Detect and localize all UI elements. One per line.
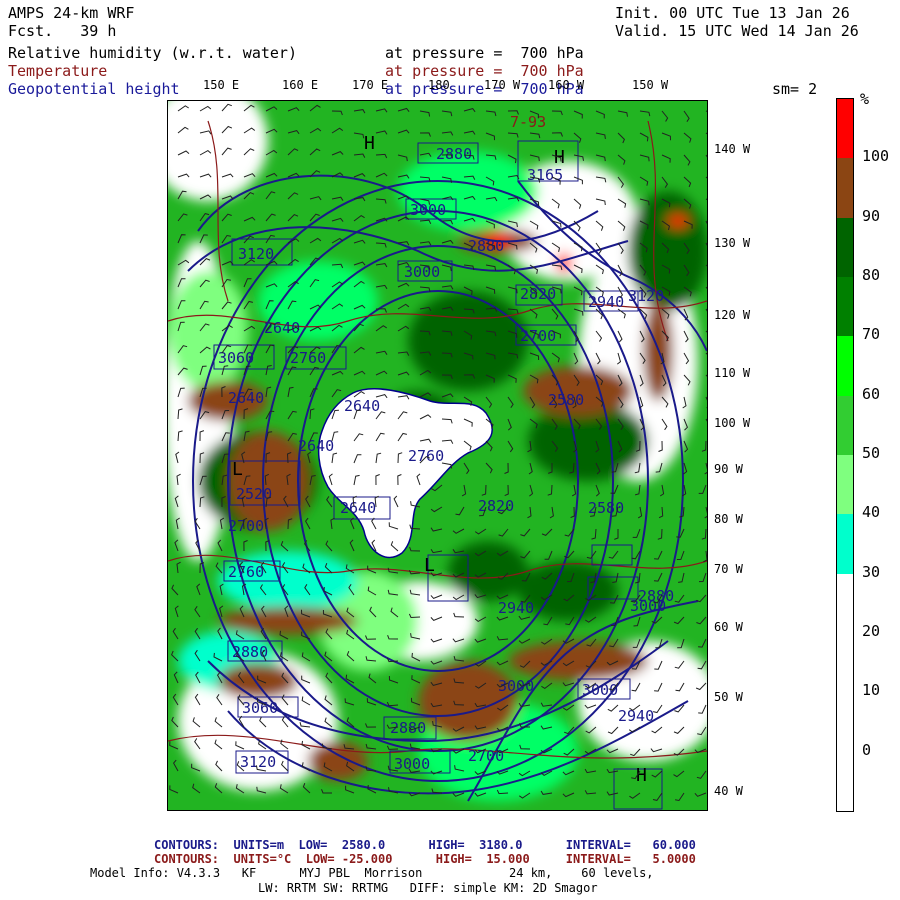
lat-label: 80 W (714, 512, 743, 526)
field-rh-level: at pressure = 700 hPa (385, 44, 584, 62)
height-value: 3000 (410, 201, 446, 219)
lat-label: 40 W (714, 784, 743, 798)
lat-label: 70 W (714, 562, 743, 576)
low-center: L (424, 555, 435, 576)
height-value: 2880 (390, 719, 426, 737)
height-value: 3165 (527, 166, 563, 184)
colorbar-tick-label: 70 (862, 325, 881, 344)
height-value: 2760 (290, 349, 326, 367)
lon-label: 160 W (548, 78, 585, 92)
lon-label: 150 W (632, 78, 669, 92)
colorbar-segment (837, 217, 853, 278)
height-value: 3120 (240, 753, 276, 771)
field-rh-name: Relative humidity (w.r.t. water) (8, 44, 297, 62)
smoothing-label: sm= 2 (772, 80, 818, 98)
fcst-value: 39 h (80, 22, 117, 40)
colorbar (836, 98, 854, 812)
init-time: Init. 00 UTC Tue 13 Jan 26 (615, 4, 850, 22)
lat-label: 110 W (714, 366, 751, 380)
colorbar-segment (837, 395, 853, 456)
lon-label: 170 E (352, 78, 389, 92)
colorbar-segment (837, 277, 853, 337)
fcst-label: Fcst. (8, 22, 54, 40)
height-value: 2700 (228, 517, 264, 535)
colorbar-segment (837, 158, 853, 219)
lat-label: 90 W (714, 462, 743, 476)
colorbar-tick-label: 60 (862, 384, 881, 403)
forecast-map: 2880 3165 3000 3120 3000 2820 2940 2700 … (167, 100, 708, 811)
colorbar-tick-label: 30 (862, 562, 881, 581)
colorbar-tick-label: 20 (862, 622, 881, 640)
colorbar-segment (837, 573, 853, 634)
valid-time: Valid. 15 UTC Wed 14 Jan 26 (615, 22, 859, 40)
colorbar-tick-label: 80 (862, 266, 881, 284)
footer-model-info: Model Info: V4.3.3 KF MYJ PBL Morrison 2… (90, 866, 654, 880)
map-svg: 2880 3165 3000 3120 3000 2820 2940 2700 … (168, 101, 707, 810)
height-value: 2640 (344, 397, 380, 415)
footer-temp-contours: CONTOURS: UNITS=°C LOW= -25.000 HIGH= 15… (154, 852, 696, 866)
lon-label: 160 E (282, 78, 319, 92)
height-value: 3000 (498, 677, 534, 695)
footer-physics-info: LW: RRTM SW: RRTMG DIFF: simple KM: 2D S… (258, 881, 598, 895)
height-value: 2880 (436, 145, 472, 163)
height-value: 2580 (588, 499, 624, 517)
height-value: 2640 (228, 389, 264, 407)
lat-label: 100 W (714, 416, 751, 430)
field-temp-name: Temperature (8, 62, 108, 80)
height-value: 3060 (242, 699, 278, 717)
height-value: 2700 (468, 747, 504, 765)
height-value: 2640 (340, 499, 376, 517)
height-value: 2940 (618, 707, 654, 725)
low-center: L (232, 459, 243, 480)
lat-label: 50 W (714, 690, 743, 704)
colorbar-segment (837, 751, 853, 812)
colorbar-tick-label: 0 (862, 740, 872, 759)
lon-label: 170 W (484, 78, 521, 92)
lat-label: 120 W (714, 308, 751, 322)
lat-label: 130 W (714, 236, 751, 250)
height-value: 3120 (238, 245, 274, 263)
colorbar-unit: % (860, 90, 870, 108)
field-height-name: Geopotential height (8, 80, 180, 98)
colorbar-segment (837, 99, 853, 159)
height-value: 2760 (228, 563, 264, 581)
colorbar-segment (837, 692, 853, 753)
footer-height-contours: CONTOURS: UNITS=m LOW= 2580.0 HIGH= 3180… (154, 838, 696, 852)
temp-labels: 7-93 (510, 113, 546, 131)
height-value: 2820 (520, 285, 556, 303)
height-value: 2880 (468, 237, 504, 255)
high-center: H (364, 133, 375, 154)
temp-value: 7-93 (510, 113, 546, 131)
colorbar-segment (837, 633, 853, 693)
colorbar-segment (837, 514, 853, 575)
lat-label: 60 W (714, 620, 743, 634)
height-value: 3120 (628, 287, 664, 305)
colorbar-tick-label: 10 (862, 681, 881, 700)
colorbar-tick-label: 100 (862, 147, 890, 166)
colorbar-tick-label: 90 (862, 206, 881, 225)
colorbar-segment (837, 336, 853, 397)
colorbar-tick-label: 50 (862, 444, 881, 462)
colorbar-segment (837, 455, 853, 515)
height-value: 2760 (408, 447, 444, 465)
lon-label: 150 E (203, 78, 240, 92)
height-value: 3000 (394, 755, 430, 773)
lon-label: 180 (428, 78, 450, 92)
height-value: 2640 (298, 437, 334, 455)
lat-label: 140 W (714, 142, 751, 156)
forecast-hour: Fcst. 39 h (8, 22, 116, 40)
height-value: 2820 (478, 497, 514, 515)
model-title: AMPS 24-km WRF (8, 4, 135, 22)
colorbar-tick-label: 40 (862, 503, 881, 522)
height-value: 2940 (588, 293, 624, 311)
height-value: 2940 (498, 599, 534, 617)
